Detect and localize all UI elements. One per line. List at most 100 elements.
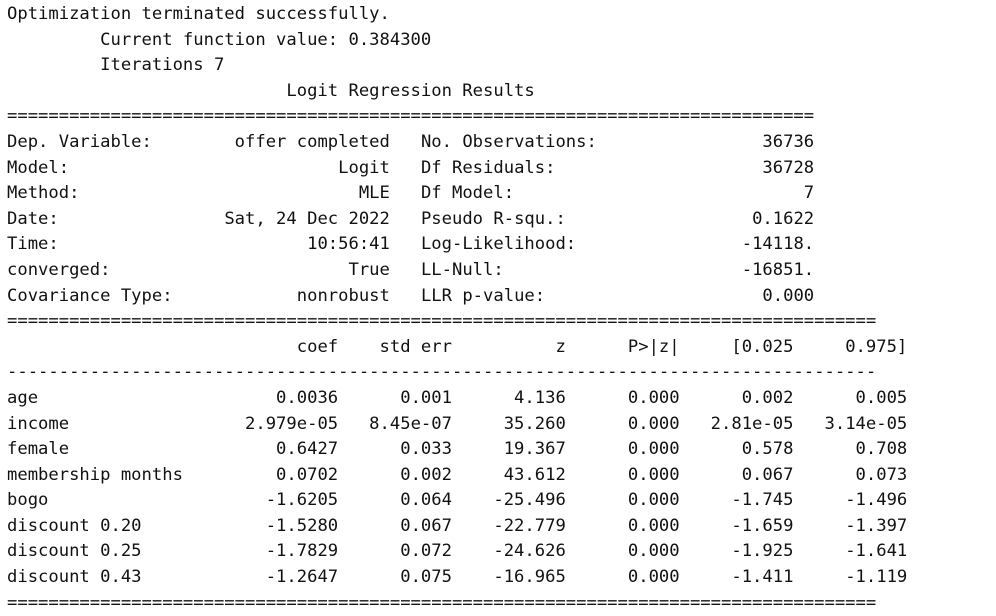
table-cell: 0.000 (565, 490, 680, 511)
table-row: discount 0.20 -1.5280 0.067 -22.779 0.00… (7, 514, 907, 540)
column-header: P>|z| (565, 336, 680, 357)
table-row: female 0.6427 0.033 19.367 0.000 0.578 0… (7, 437, 907, 463)
table-cell: 0.000 (565, 515, 680, 536)
table-cell: -25.496 (451, 490, 566, 511)
table-cell: 0.000 (565, 567, 680, 588)
variable-name: age (7, 387, 225, 408)
summary-row: Method: MLE Df Model: 7 (7, 181, 907, 207)
table-cell: -1.2647 (224, 567, 339, 588)
variable-name: female (7, 439, 225, 460)
summary-right-label: Log-Likelihood: (420, 234, 608, 255)
summary-row: Model: Logit Df Residuals: 36728 (7, 156, 907, 182)
table-cell: -1.745 (679, 490, 794, 511)
summary-spacer (390, 286, 421, 306)
table-row: membership months 0.0702 0.002 43.612 0.… (7, 463, 907, 489)
coef-table-header: coef std err z P>|z| [0.025 0.975] (7, 335, 908, 361)
table-cell: 0.0036 (224, 387, 339, 408)
table-cell: 0.000 (565, 387, 680, 408)
summary-left-value: MLE (172, 183, 390, 204)
summary-right-value: -16851. (607, 259, 815, 280)
summary-spacer (390, 260, 421, 280)
table-cell: -1.397 (793, 515, 908, 536)
variable-name: discount 0.43 (7, 567, 225, 588)
summary-block: Dep. Variable: offer completed No. Obser… (7, 130, 907, 309)
header-divider: ----------------------------------------… (7, 362, 877, 383)
summary-left-value: Sat, 24 Dec 2022 (172, 208, 390, 229)
summary-left-label: Model: (7, 157, 173, 178)
summary-right-value: 36736 (607, 131, 815, 152)
table-cell: 0.000 (565, 541, 680, 562)
variable-name: membership months (7, 464, 225, 485)
table-cell: -1.496 (793, 490, 908, 511)
top-rule: ========================================… (7, 106, 815, 127)
regression-output: Optimization terminated successfully. Cu… (7, 2, 907, 616)
summary-right-value: -14118. (607, 234, 815, 255)
summary-row: Covariance Type: nonrobust LLR p-value: … (7, 284, 907, 310)
summary-right-value: 36728 (607, 157, 815, 178)
table-cell: -22.779 (451, 515, 566, 536)
table-cell: 2.979e-05 (224, 413, 339, 434)
table-cell: 0.073 (793, 464, 908, 485)
function-value-line: Current function value: 0.384300 (7, 29, 432, 50)
variable-name: bogo (7, 490, 225, 511)
table-cell: 0.002 (338, 464, 452, 485)
column-header: coef (224, 336, 339, 357)
table-row: bogo -1.6205 0.064 -25.496 0.000 -1.745 … (7, 488, 907, 514)
table-cell: 0.000 (565, 464, 680, 485)
optimization-message: Optimization terminated successfully. (7, 4, 390, 24)
summary-left-value: Logit (172, 157, 390, 178)
table-row: age 0.0036 0.001 4.136 0.000 0.002 0.005 (7, 386, 907, 412)
variable-name: discount 0.25 (7, 541, 225, 562)
summary-row: converged: True LL-Null: -16851. (7, 258, 907, 284)
table-cell: 0.067 (679, 464, 794, 485)
table-row: income 2.979e-05 8.45e-07 35.260 0.000 2… (7, 412, 907, 438)
summary-spacer (390, 209, 421, 229)
table-cell: 0.6427 (224, 439, 339, 460)
table-cell: -1.659 (679, 515, 794, 536)
table-cell: -1.641 (793, 541, 908, 562)
table-cell: 0.072 (338, 541, 452, 562)
table-cell: 19.367 (451, 439, 566, 460)
summary-row: Dep. Variable: offer completed No. Obser… (7, 130, 907, 156)
table-cell: 35.260 (451, 413, 566, 434)
table-cell: -1.6205 (224, 490, 339, 511)
table-cell: 43.612 (451, 464, 566, 485)
table-cell: 0.708 (793, 439, 908, 460)
summary-right-label: LLR p-value: (420, 285, 608, 306)
table-cell: -1.411 (679, 567, 794, 588)
table-cell: 0.033 (338, 439, 452, 460)
variable-name: income (7, 413, 225, 434)
table-row: discount 0.43 -1.2647 0.075 -16.965 0.00… (7, 565, 907, 591)
column-header: [0.025 (679, 336, 794, 357)
table-row: discount 0.25 -1.7829 0.072 -24.626 0.00… (7, 539, 907, 565)
table-cell: -16.965 (451, 567, 566, 588)
table-cell: 0.075 (338, 567, 452, 588)
table-cell: 4.136 (451, 387, 566, 408)
table-cell: 2.81e-05 (679, 413, 794, 434)
summary-row: Time: 10:56:41 Log-Likelihood: -14118. (7, 232, 907, 258)
summary-left-label: Dep. Variable: (7, 131, 173, 152)
summary-bottom-rule: ========================================… (7, 311, 877, 332)
table-cell: -24.626 (451, 541, 566, 562)
summary-left-label: Time: (7, 234, 173, 255)
column-header: 0.975] (793, 336, 908, 357)
summary-right-label: LL-Null: (420, 259, 608, 280)
summary-right-label: Pseudo R-squ.: (420, 208, 608, 229)
table-cell: -1.925 (679, 541, 794, 562)
summary-left-label: Date: (7, 208, 173, 229)
table-cell: -1.7829 (224, 541, 339, 562)
table-cell: 8.45e-07 (338, 413, 452, 434)
summary-left-label: converged: (7, 259, 173, 280)
summary-spacer (390, 183, 421, 203)
table-cell: 0.001 (338, 387, 452, 408)
table-cell: 0.000 (565, 413, 680, 434)
column-header: z (451, 336, 566, 357)
summary-right-label: Df Model: (420, 183, 608, 204)
column-header: std err (338, 336, 452, 357)
summary-left-label: Covariance Type: (7, 285, 173, 306)
summary-spacer (390, 234, 421, 254)
variable-name: discount 0.20 (7, 515, 225, 536)
table-cell: 0.000 (565, 439, 680, 460)
table-cell: 0.578 (679, 439, 794, 460)
table-cell: 0.0702 (224, 464, 339, 485)
